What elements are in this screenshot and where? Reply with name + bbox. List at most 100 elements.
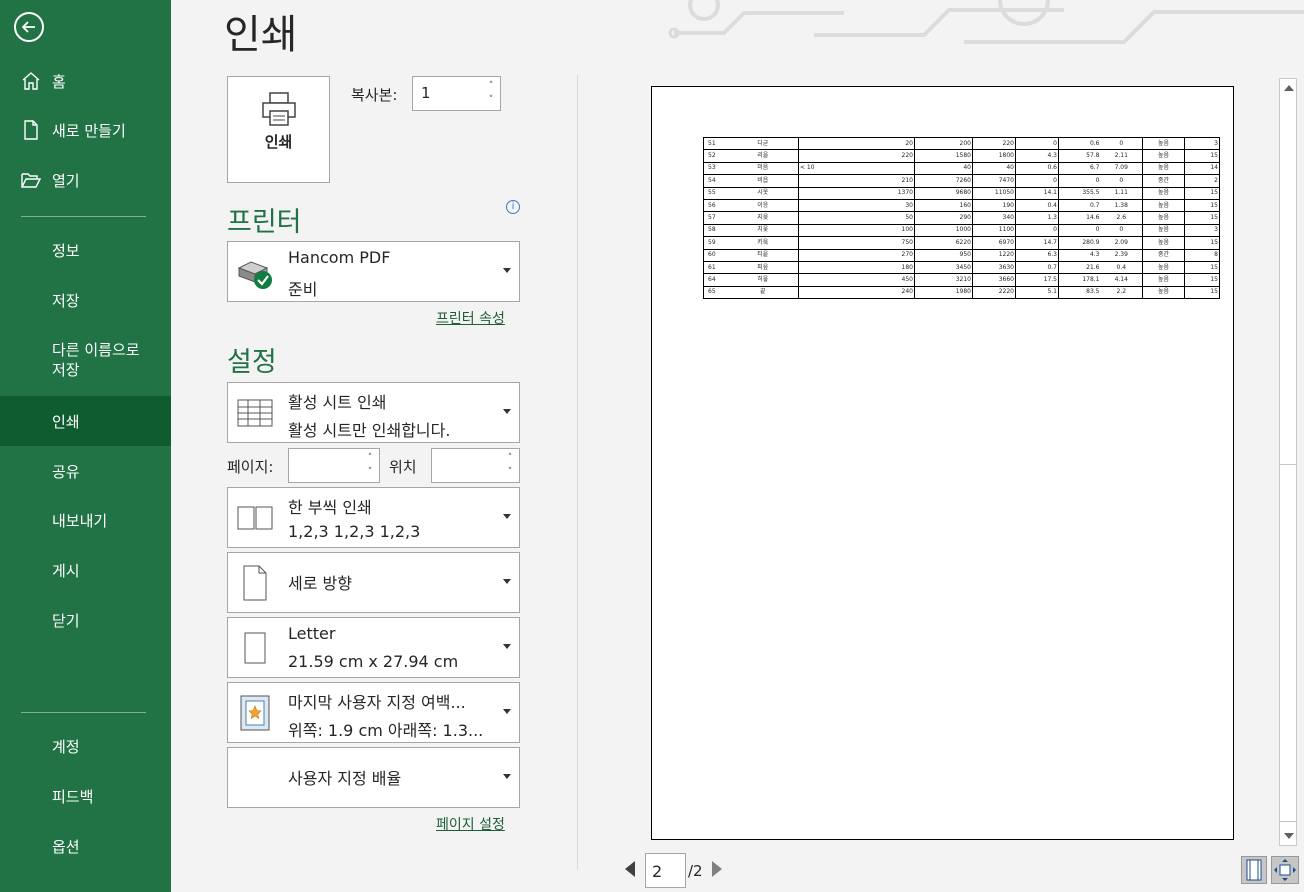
nav-feedback[interactable]: 피드백 xyxy=(0,771,171,821)
nav-share[interactable]: 공유 xyxy=(0,446,171,496)
preview-table-row: 65 끝 240 1980 2220 5.1 83.5 2.2 높음 15 xyxy=(703,285,1220,300)
preview-table-cell: < 10 xyxy=(798,161,858,176)
preview-table-cell: 시옷 xyxy=(727,186,799,200)
nav-open-label: 열기 xyxy=(52,171,80,190)
nav-save-as[interactable]: 다른 이름으로 저장 xyxy=(0,332,171,388)
preview-table-cell: 7470 xyxy=(972,174,1016,188)
preview-table-cell: 1220 xyxy=(972,248,1016,262)
preview-table-row: 51 디귿 20 200 220 0 0.6 0 높음 3 xyxy=(703,136,1220,151)
show-margins-button[interactable] xyxy=(1241,856,1267,884)
preview-table-cell: 53 xyxy=(703,161,728,176)
collate-desc: 1,2,3 1,2,3 1,2,3 xyxy=(288,522,421,541)
copies-value: 1 xyxy=(421,84,431,102)
back-button[interactable] xyxy=(14,12,44,42)
preview-table-cell: 0.6 xyxy=(1058,136,1101,151)
preview-table-cell: 51 xyxy=(703,136,728,151)
preview-table-cell: 0 xyxy=(1058,223,1101,238)
collate-dropdown[interactable]: 한 부씩 인쇄 1,2,3 1,2,3 1,2,3 xyxy=(227,487,520,548)
preview-table-cell: 3450 xyxy=(914,260,973,275)
preview-table-cell: 40 xyxy=(972,161,1016,176)
pages-from-stepper[interactable]: ˄ ˅ xyxy=(364,451,376,479)
preview-table-cell: 65 xyxy=(703,285,728,300)
preview-table-cell: 0.7 xyxy=(1058,198,1101,213)
print-button[interactable]: 인쇄 xyxy=(227,76,330,183)
preview-table-cell: 2.2 xyxy=(1100,285,1143,300)
scroll-down-icon[interactable] xyxy=(1284,833,1294,839)
print-what-dropdown[interactable]: 활성 시트 인쇄 활성 시트만 인쇄합니다. xyxy=(227,382,520,443)
orientation-dropdown[interactable]: 세로 방향 xyxy=(227,552,520,613)
scroll-up-icon[interactable] xyxy=(1284,85,1294,91)
current-page-input[interactable]: 2 xyxy=(645,853,686,888)
nav-save-label: 저장 xyxy=(52,291,80,310)
preview-table-cell: 키읔 xyxy=(727,236,799,250)
previous-page-icon[interactable] xyxy=(625,861,635,877)
preview-table-cell: 160 xyxy=(914,198,973,213)
preview-table-cell xyxy=(798,285,858,300)
preview-table-cell: 57.8 xyxy=(1058,149,1101,163)
preview-table-cell: 지읒 xyxy=(727,211,799,225)
zoom-to-page-button[interactable] xyxy=(1271,856,1299,884)
nav-close[interactable]: 닫기 xyxy=(0,595,171,645)
preview-table-cell: 0 xyxy=(1100,223,1143,238)
pages-to-input[interactable]: ˄ ˅ xyxy=(431,448,520,483)
printer-properties-link[interactable]: 프린터 속성 xyxy=(436,308,505,328)
paper-size-dropdown[interactable]: Letter 21.59 cm x 27.94 cm xyxy=(227,617,520,678)
printer-heading: 프린터 xyxy=(227,207,302,238)
scaling-dropdown[interactable]: 사용자 지정 배율 xyxy=(227,747,520,808)
printer-name: Hancom PDF xyxy=(288,248,391,267)
nav-print-label: 인쇄 xyxy=(52,412,80,431)
copies-input[interactable]: 1 ˄ ˅ xyxy=(412,76,501,111)
preview-table-cell: 200 xyxy=(914,136,973,151)
preview-table-cell: 높음 xyxy=(1142,236,1185,250)
next-page-icon[interactable] xyxy=(712,861,722,877)
preview-table-cell: 280.9 xyxy=(1058,236,1101,250)
nav-export[interactable]: 내보내기 xyxy=(0,495,171,545)
preview-scrollbar[interactable] xyxy=(1279,78,1297,846)
info-icon[interactable]: i xyxy=(506,200,520,214)
pages-to-stepper[interactable]: ˄ ˅ xyxy=(504,451,516,479)
nav-export-label: 내보내기 xyxy=(52,511,108,530)
nav-home[interactable]: 홈 xyxy=(0,56,171,106)
scroll-thumb[interactable] xyxy=(1280,464,1296,822)
preview-table-cell: 190 xyxy=(972,198,1016,213)
preview-table-cell: 15 xyxy=(1184,273,1220,287)
nav-print[interactable]: 인쇄 xyxy=(0,396,171,446)
preview-table-cell: 100 xyxy=(857,223,915,238)
preview-table-cell: 59 xyxy=(703,236,728,250)
preview-table-cell: 4.3 xyxy=(1015,149,1059,163)
nav-info[interactable]: 정보 xyxy=(0,225,171,275)
nav-new[interactable]: 새로 만들기 xyxy=(0,105,171,155)
nav-open[interactable]: 열기 xyxy=(0,155,171,205)
preview-table-cell: 2.6 xyxy=(1100,211,1143,225)
printer-dropdown[interactable]: Hancom PDF 준비 xyxy=(227,241,520,302)
preview-table-cell: 티읕 xyxy=(727,248,799,262)
preview-table-cell: 디귿 xyxy=(727,136,799,151)
preview-table-cell: 180 xyxy=(857,260,915,275)
show-margins-icon xyxy=(1246,859,1262,881)
copies-label: 복사본: xyxy=(351,86,398,104)
collated-pages-icon xyxy=(232,496,278,540)
preview-table-cell xyxy=(798,273,858,287)
margins-dropdown[interactable]: 마지막 사용자 지정 여백... 위쪽: 1.9 cm 아래쪽: 1.3... xyxy=(227,682,520,743)
preview-table-cell xyxy=(798,198,858,213)
page-setup-link[interactable]: 페이지 설정 xyxy=(436,814,505,834)
preview-table-cell: 14.7 xyxy=(1015,236,1059,250)
preview-table-cell xyxy=(798,149,858,163)
preview-table-cell: 1800 xyxy=(972,149,1016,163)
preview-table-cell: 750 xyxy=(857,236,915,250)
preview-table-cell: 8 xyxy=(1184,248,1220,262)
preview-table-cell: 높음 xyxy=(1142,198,1185,213)
copies-stepper[interactable]: ˄ ˅ xyxy=(485,79,497,107)
nav-options[interactable]: 옵션 xyxy=(0,821,171,871)
preview-table-cell: 0.6 xyxy=(1015,161,1059,176)
preview-table-cell: 높음 xyxy=(1142,149,1185,163)
nav-account[interactable]: 계정 xyxy=(0,721,171,771)
custom-margins-icon xyxy=(232,691,278,735)
pages-from-input[interactable]: ˄ ˅ xyxy=(288,448,380,483)
preview-table-cell: 3 xyxy=(1184,223,1220,238)
nav-save[interactable]: 저장 xyxy=(0,275,171,325)
nav-publish[interactable]: 게시 xyxy=(0,545,171,595)
preview-page: 51 디귿 20 200 220 0 0.6 0 높음 3 52 리을 220 1580 1800 4.3 57… xyxy=(651,86,1234,840)
preview-table-cell xyxy=(798,136,858,151)
preview-table-cell: 61 xyxy=(703,260,728,275)
